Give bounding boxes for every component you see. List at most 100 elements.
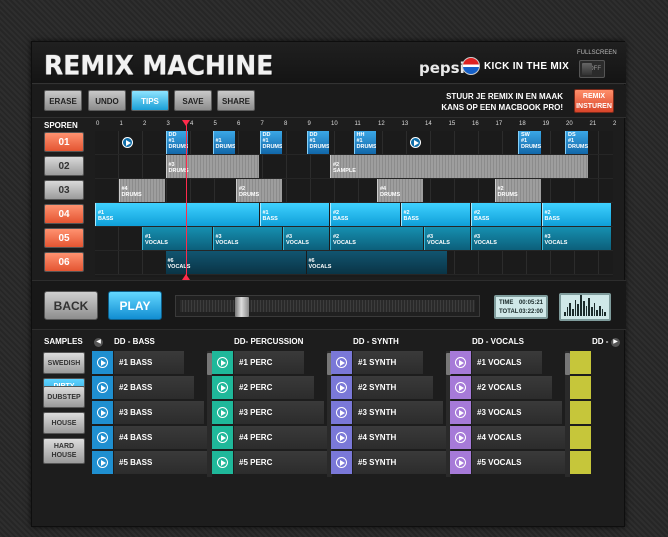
sample-style-dubstep[interactable]: DUBSTEP [43,386,85,408]
sample-item[interactable]: #3 VOCALS [450,401,562,424]
track-button-03[interactable]: 03 [44,180,84,200]
sample-item[interactable]: #3 BASS [92,401,204,424]
sample-item[interactable]: #1 SYNTH [331,351,441,374]
remix-submit-button[interactable]: REMIX INSTUREN [574,89,614,113]
play-icon[interactable] [336,357,347,368]
erase-button[interactable]: ERASE [44,90,82,111]
timeline-clip[interactable]: #1 VOCALS [142,227,212,250]
share-button[interactable]: SHARE [217,90,255,111]
play-button[interactable]: PLAY [108,291,162,320]
tips-button[interactable]: TIPS [131,90,169,111]
sample-item[interactable]: #2 PERC [212,376,322,399]
timeline-clip[interactable]: #1 BASS [95,203,259,226]
timeline-clip[interactable]: #1 BASS [259,203,329,226]
timeline-clip[interactable]: #2 DRUMS [494,179,541,202]
undo-button[interactable]: UNDO [88,90,126,111]
sample-item[interactable]: #5 PERC [212,451,344,474]
timeline-clip[interactable]: #2 BASS [330,203,400,226]
play-icon[interactable] [97,382,108,393]
slider-knob[interactable] [235,297,249,317]
timeline-clip[interactable]: #6 VOCALS [306,251,447,274]
back-button[interactable]: BACK [44,291,98,320]
sample-style-house[interactable]: HOUSE [43,412,85,434]
play-icon[interactable] [455,407,466,418]
timeline-clip[interactable]: DD #1 DRUMS [259,131,282,154]
track-button-01[interactable]: 01 [44,132,84,152]
sample-item[interactable]: #2 SYNTH [331,376,441,399]
sample-item[interactable]: #4 BASS [92,426,214,449]
save-button[interactable]: SAVE [174,90,212,111]
play-icon[interactable] [217,457,228,468]
timeline-clip[interactable]: #4 DRUMS [118,179,165,202]
sample-item[interactable]: #5 VOCALS [450,451,582,474]
preview-play-icon[interactable] [410,137,421,148]
timeline-clip[interactable]: #3 VOCALS [212,227,282,250]
timeline-clip[interactable]: #2 BASS [541,203,611,226]
sample-item[interactable]: #5 BASS [92,451,224,474]
position-slider[interactable] [175,295,480,317]
timeline-clip[interactable]: #3 DRUMS [165,155,259,178]
preview-play-icon[interactable] [122,137,133,148]
play-icon[interactable] [455,357,466,368]
timeline-clip[interactable]: #4 DRUMS [377,179,423,202]
sample-item[interactable] [570,401,668,424]
timeline-clip[interactable]: #3 VOCALS [541,227,611,250]
sample-item[interactable] [570,376,668,399]
play-icon[interactable] [455,382,466,393]
sample-item[interactable] [570,426,668,449]
timeline-clip[interactable]: DS #1 DRUMS [565,131,588,154]
play-icon[interactable] [336,407,347,418]
timeline-clip[interactable]: #2 VOCALS [330,227,423,250]
timeline-clip[interactable]: #1 DRUMS [212,131,235,154]
timeline-clip[interactable]: #2 SAMPLE [330,155,588,178]
timeline-clip[interactable]: HH #1 DRUMS [353,131,376,154]
timeline-ruler[interactable]: 0 1 2 3 4 5 6 7 8 9 10 11 12 13 14 15 16 17 18 19 20 21 2 [95,121,616,131]
sample-item[interactable]: #1 BASS [92,351,202,374]
play-icon[interactable] [217,432,228,443]
sample-item[interactable]: #3 PERC [212,401,324,424]
play-icon[interactable] [217,382,228,393]
play-icon[interactable] [97,457,108,468]
timeline-clip[interactable]: #2 DRUMS [236,179,282,202]
play-icon[interactable] [455,432,466,443]
play-icon[interactable] [336,382,347,393]
sample-label: #1 SYNTH [358,358,397,367]
track-button-05[interactable]: 05 [44,228,84,248]
sample-item[interactable] [570,351,668,374]
clip-label: DRUMS [497,192,518,198]
timeline-clip[interactable]: #2 BASS [400,203,470,226]
track-button-02[interactable]: 02 [44,156,84,176]
sample-item[interactable]: #4 VOCALS [450,426,572,449]
sample-item[interactable]: #4 PERC [212,426,334,449]
sample-item[interactable]: #2 VOCALS [450,376,560,399]
timeline-clip[interactable]: #3 VOCALS [424,227,470,250]
play-icon[interactable] [336,457,347,468]
play-icon[interactable] [217,357,228,368]
play-icon[interactable] [97,432,108,443]
play-icon[interactable] [97,407,108,418]
play-icon[interactable] [97,357,108,368]
playhead[interactable] [186,122,187,278]
track-button-04[interactable]: 04 [44,204,84,224]
sample-item[interactable]: #2 BASS [92,376,202,399]
play-icon[interactable] [217,407,228,418]
play-icon[interactable] [336,432,347,443]
sample-item[interactable]: #3 SYNTH [331,401,443,424]
timeline-clip[interactable]: SW #1 DRUMS [518,131,541,154]
timeline-clip[interactable]: DD #1 DRUMS [165,131,188,154]
play-icon[interactable] [455,457,466,468]
sample-item[interactable]: #1 PERC [212,351,322,374]
sample-item[interactable]: #5 SYNTH [331,451,463,474]
sample-item[interactable]: #4 SYNTH [331,426,453,449]
timeline-clip[interactable]: #2 BASS [471,203,541,226]
sample-item[interactable] [570,451,668,474]
sample-item[interactable]: #1 VOCALS [450,351,560,374]
sample-style-hard-house[interactable]: HARD HOUSE [43,438,85,464]
timeline-clip[interactable]: #3 VOCALS [471,227,541,250]
timeline-grid[interactable]: DD #1 DRUMS #1 DRUMS DD #1 DRUMS DD #1 DRUMS HH #1 D… [95,131,613,277]
sample-style-swedish[interactable]: SWEDISH [43,352,85,374]
track-button-06[interactable]: 06 [44,252,84,272]
fullscreen-toggle[interactable]: OFF [579,60,605,78]
timeline-clip[interactable]: #3 VOCALS [283,227,329,250]
timeline-clip[interactable]: DD #1 DRUMS [306,131,329,154]
